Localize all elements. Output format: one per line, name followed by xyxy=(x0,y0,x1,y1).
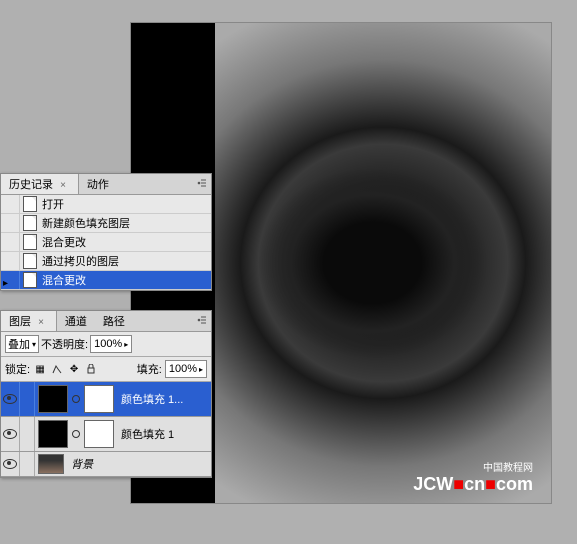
visibility-toggle[interactable] xyxy=(1,382,20,416)
document-icon xyxy=(20,253,40,269)
chevron-right-icon: ▸ xyxy=(124,340,128,349)
close-icon[interactable]: × xyxy=(56,180,70,191)
history-item[interactable]: 新建颜色填充图层 xyxy=(1,214,211,233)
lock-position-icon[interactable]: ✥ xyxy=(67,362,81,376)
layer-row-selected[interactable]: 颜色填充 1... xyxy=(1,382,211,417)
history-item-selected[interactable]: ▸ 混合更改 xyxy=(1,271,211,290)
link-icon xyxy=(72,395,80,403)
blend-mode-dropdown[interactable]: 叠加 ▾ xyxy=(5,335,39,353)
tab-layers[interactable]: 图层 × xyxy=(1,311,57,331)
mask-thumbnail[interactable] xyxy=(84,420,114,448)
history-list: 打开 新建颜色填充图层 混合更改 通过拷贝的图层 ▸ 混合更改 xyxy=(1,195,211,290)
opacity-label: 不透明度: xyxy=(41,336,88,352)
layer-name[interactable]: 颜色填充 1... xyxy=(117,391,183,407)
close-icon[interactable]: × xyxy=(34,317,48,328)
link-icon xyxy=(72,430,80,438)
layer-thumbnail[interactable] xyxy=(38,420,68,448)
panel-menu-icon[interactable] xyxy=(195,314,209,326)
lock-pixels-icon[interactable] xyxy=(50,362,64,376)
tab-history[interactable]: 历史记录 × xyxy=(1,174,79,194)
fill-label: 填充: xyxy=(137,361,162,377)
layer-name[interactable]: 颜色填充 1 xyxy=(117,426,174,442)
history-panel: 历史记录 × 动作 打开 新建颜色填充图层 混合更改 通过拷贝的图层 xyxy=(0,173,212,291)
eye-icon xyxy=(3,429,17,439)
lock-all-icon[interactable] xyxy=(84,362,98,376)
history-item[interactable]: 打开 xyxy=(1,195,211,214)
fill-input[interactable]: 100% ▸ xyxy=(165,360,207,378)
lock-fill-row: 锁定: ▦ ✥ 填充: 100% ▸ xyxy=(1,357,211,382)
opacity-input[interactable]: 100% ▸ xyxy=(90,335,132,353)
lock-label: 锁定: xyxy=(5,361,30,377)
watermark: 中国教程网 JCW■cn■com xyxy=(413,459,533,495)
tab-actions[interactable]: 动作 xyxy=(79,174,117,194)
visibility-toggle[interactable] xyxy=(1,417,20,451)
eye-icon xyxy=(3,459,17,469)
history-item[interactable]: 混合更改 xyxy=(1,233,211,252)
panel-tabs: 历史记录 × 动作 xyxy=(1,174,211,195)
document-icon xyxy=(20,272,40,288)
panel-tabs: 图层 × 通道 路径 xyxy=(1,311,211,332)
eye-icon xyxy=(3,394,17,404)
chevron-down-icon: ▾ xyxy=(32,340,36,349)
tab-paths[interactable]: 路径 xyxy=(95,311,133,331)
layer-row-background[interactable]: 背景 xyxy=(1,452,211,477)
current-step-icon: ▸ xyxy=(3,278,8,289)
layer-name[interactable]: 背景 xyxy=(67,456,93,472)
lock-transparency-icon[interactable]: ▦ xyxy=(33,362,47,376)
layers-panel: 图层 × 通道 路径 叠加 ▾ 不透明度: 100% ▸ 锁定: ▦ ✥ 填充: xyxy=(0,310,212,478)
history-item[interactable]: 通过拷贝的图层 xyxy=(1,252,211,271)
document-icon xyxy=(20,234,40,250)
document-icon xyxy=(20,196,40,212)
visibility-toggle[interactable] xyxy=(1,452,20,476)
mask-thumbnail[interactable] xyxy=(84,385,114,413)
panel-menu-icon[interactable] xyxy=(195,177,209,189)
layer-list: 颜色填充 1... 颜色填充 1 背景 xyxy=(1,382,211,477)
chevron-right-icon: ▸ xyxy=(199,365,203,374)
layer-thumbnail[interactable] xyxy=(38,385,68,413)
tab-channels[interactable]: 通道 xyxy=(57,311,95,331)
layer-row[interactable]: 颜色填充 1 xyxy=(1,417,211,452)
blend-opacity-row: 叠加 ▾ 不透明度: 100% ▸ xyxy=(1,332,211,357)
document-icon xyxy=(20,215,40,231)
layer-thumbnail[interactable] xyxy=(38,454,64,474)
